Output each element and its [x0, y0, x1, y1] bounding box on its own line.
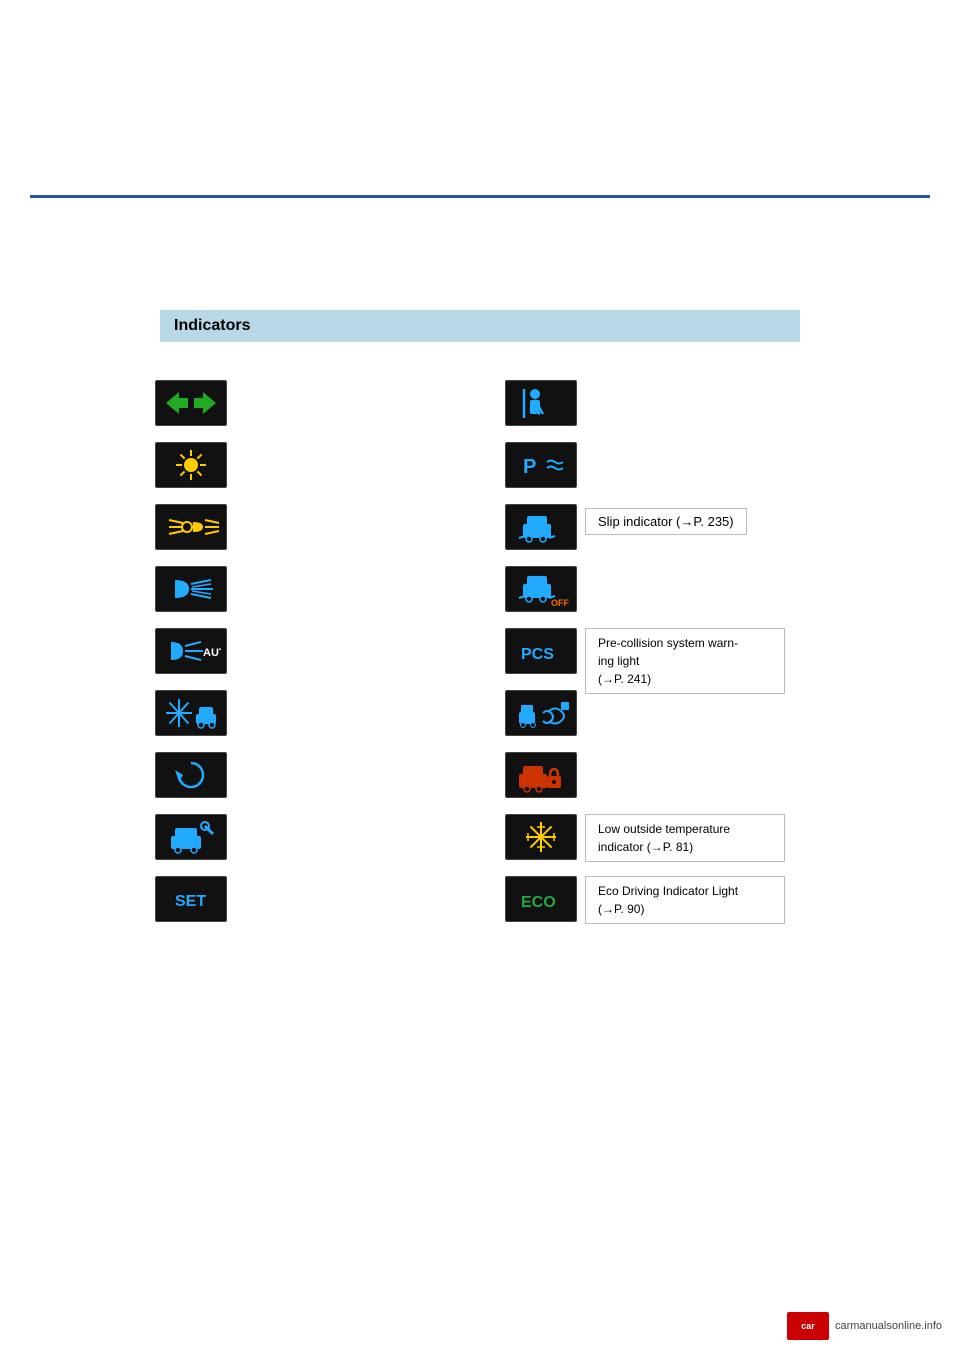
sun-icon: [155, 442, 227, 488]
slip-callout: Slip indicator (→P. 235): [585, 508, 747, 535]
svg-text:P: P: [523, 456, 536, 478]
rotation-icon: [155, 752, 227, 798]
watermark-logo: car: [787, 1312, 829, 1340]
eco-callout: Eco Driving Indicator Light(→P. 90): [585, 876, 785, 924]
beam-adjust-icon: [155, 504, 227, 550]
svg-text:OFF: OFF: [551, 598, 569, 608]
pcs-icon: PCS: [505, 628, 577, 674]
list-item: P: [505, 442, 875, 488]
slip-off-icon: OFF: [505, 566, 577, 612]
eco-icon: ECO: [505, 876, 577, 922]
parking-icon: P: [505, 442, 577, 488]
list-item: [155, 380, 485, 426]
list-item: [505, 380, 875, 426]
right-column: P: [505, 380, 875, 938]
auto-light-icon: AUTO: [155, 628, 227, 674]
svg-text:AUTO: AUTO: [203, 647, 221, 659]
pcs-callout: Pre-collision system warn-ing light(→P. …: [585, 628, 785, 694]
low-temp-icon: [505, 814, 577, 860]
page: Indicators: [0, 0, 960, 1358]
list-item: [155, 504, 485, 550]
list-item: Low outside temperatureindicator (→P. 81…: [505, 814, 875, 860]
list-item: [505, 752, 875, 798]
watermark-text: carmanualsonline.info: [835, 1320, 942, 1332]
left-column: AUTO: [155, 380, 485, 938]
frost-icon: [155, 690, 227, 736]
maintenance-icon: [155, 814, 227, 860]
list-item: ECO Eco Driving Indicator Light(→P. 90): [505, 876, 875, 922]
seatbelt-icon: [505, 380, 577, 426]
headlight-icon: [155, 566, 227, 612]
svg-text:PCS: PCS: [521, 646, 554, 663]
list-item: [155, 690, 485, 736]
top-divider: [30, 195, 930, 198]
set-icon: SET: [155, 876, 227, 922]
list-item: Slip indicator (→P. 235): [505, 504, 875, 550]
indicators-section: AUTO: [155, 380, 875, 938]
list-item: [155, 566, 485, 612]
indicators-header: Indicators: [160, 310, 800, 342]
list-item: PCS Pre-collision system warn-ing light(…: [505, 628, 875, 674]
svg-text:ECO: ECO: [521, 894, 556, 911]
svg-text:SET: SET: [175, 893, 206, 910]
low-temp-callout: Low outside temperatureindicator (→P. 81…: [585, 814, 785, 862]
list-item: [155, 814, 485, 860]
indicators-title: Indicators: [174, 317, 250, 334]
list-item: OFF: [505, 566, 875, 612]
list-item: SET: [155, 876, 485, 922]
slip-indicator-icon: [505, 504, 577, 550]
list-item: [155, 442, 485, 488]
list-item: AUTO: [155, 628, 485, 674]
list-item: [505, 690, 875, 736]
watermark: car carmanualsonline.info: [787, 1312, 942, 1340]
radar-icon: [505, 690, 577, 736]
locked-car-icon: [505, 752, 577, 798]
list-item: [155, 752, 485, 798]
turn-signal-icon: [155, 380, 227, 426]
